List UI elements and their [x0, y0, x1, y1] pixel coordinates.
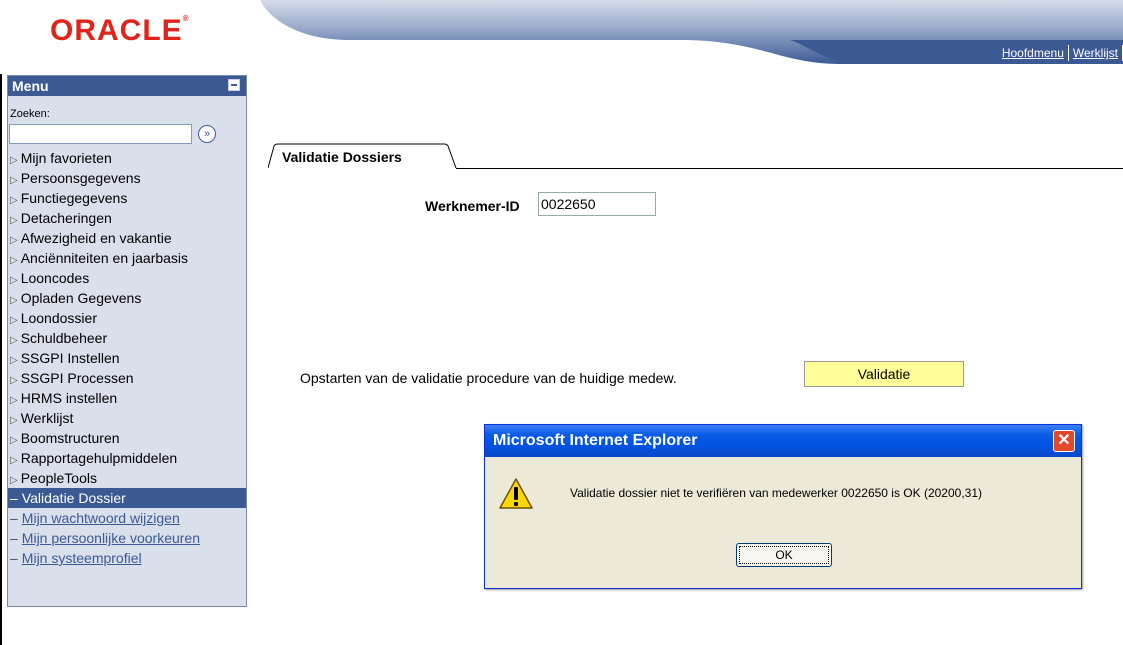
menu-item-boomstructuren[interactable]: ▷ Boomstructuren	[8, 428, 246, 448]
expand-triangle-icon: ▷	[10, 155, 18, 166]
warning-icon	[499, 478, 533, 509]
expand-triangle-icon: ▷	[10, 215, 18, 226]
close-icon[interactable]: ✕	[1053, 430, 1075, 452]
dash-icon: –	[10, 530, 18, 546]
dash-icon: –	[10, 550, 18, 566]
menu-item-loondossier[interactable]: ▷ Loondossier	[8, 308, 246, 328]
menu-link-voorkeuren[interactable]: – Mijn persoonlijke voorkeuren	[8, 528, 246, 548]
menu-item-validatie-dossier[interactable]: – Validatie Dossier	[8, 488, 246, 508]
dialog-message: Validatie dossier niet te verifiëren van…	[570, 486, 983, 500]
expand-triangle-icon: ▷	[10, 175, 18, 186]
expand-triangle-icon: ▷	[10, 275, 18, 286]
left-border	[0, 74, 2, 645]
menu-item-peopletools[interactable]: ▷ PeopleTools	[8, 468, 246, 488]
expand-triangle-icon: ▷	[10, 315, 18, 326]
header: ORACLE® Hoofdmenu Werklijst	[0, 0, 1123, 74]
expand-triangle-icon: ▷	[10, 455, 18, 466]
menu-title: Menu	[12, 78, 49, 94]
menu-items: ▷ Mijn favorieten ▷ Persoonsgegevens ▷ Func…	[8, 148, 246, 568]
left-menu: Menu Zoeken: » ▷ Mijn favorieten ▷ Persoon…	[7, 75, 247, 607]
expand-triangle-icon: ▷	[10, 335, 18, 346]
menu-header: Menu	[8, 76, 246, 96]
expand-triangle-icon: ▷	[10, 435, 18, 446]
menu-item-schuldbeheer[interactable]: ▷ Schuldbeheer	[8, 328, 246, 348]
header-swoosh	[260, 0, 1123, 64]
search-row: »	[8, 122, 246, 146]
collapse-icon[interactable]	[228, 79, 240, 91]
menu-search-input[interactable]	[9, 124, 192, 144]
menu-item-werklijst[interactable]: ▷ Werklijst	[8, 408, 246, 428]
menu-item-hrms-instellen[interactable]: ▷ HRMS instellen	[8, 388, 246, 408]
validatie-button[interactable]: Validatie	[804, 361, 964, 387]
menu-item-rapportagehulpmiddelen[interactable]: ▷ Rapportagehulpmiddelen	[8, 448, 246, 468]
expand-triangle-icon: ▷	[10, 195, 18, 206]
menu-item-functiegegevens[interactable]: ▷ Functiegegevens	[8, 188, 246, 208]
dialog-title: Microsoft Internet Explorer	[493, 432, 698, 449]
werknemer-id-input[interactable]	[538, 192, 656, 216]
menu-item-persoonsgegevens[interactable]: ▷ Persoonsgegevens	[8, 168, 246, 188]
menu-link-systeemprofiel[interactable]: – Mijn systeemprofiel	[8, 548, 246, 568]
expand-triangle-icon: ▷	[10, 255, 18, 266]
ok-button[interactable]: OK	[736, 543, 832, 567]
menu-item-ssgpi-processen[interactable]: ▷ SSGPI Processen	[8, 368, 246, 388]
expand-triangle-icon: ▷	[10, 475, 18, 486]
dash-icon: –	[10, 490, 18, 506]
header-links: Hoofdmenu Werklijst	[998, 42, 1123, 64]
hoofdmenu-link[interactable]: Hoofdmenu	[998, 46, 1068, 60]
menu-item-ancienniteiten[interactable]: ▷ Anciënniteiten en jaarbasis	[8, 248, 246, 268]
menu-item-detacheringen[interactable]: ▷ Detacheringen	[8, 208, 246, 228]
dash-icon: –	[10, 510, 18, 526]
alert-dialog: Microsoft Internet Explorer ✕ Validatie …	[484, 424, 1082, 589]
instruction-text: Opstarten van de validatie procedure van…	[300, 370, 677, 386]
expand-triangle-icon: ▷	[10, 355, 18, 366]
werklijst-link[interactable]: Werklijst	[1069, 46, 1122, 60]
menu-link-wachtwoord[interactable]: – Mijn wachtwoord wijzigen	[8, 508, 246, 528]
search-go-icon[interactable]: »	[198, 125, 216, 143]
menu-item-ssgpi-instellen[interactable]: ▷ SSGPI Instellen	[8, 348, 246, 368]
search-label: Zoeken:	[10, 108, 50, 120]
werknemer-id-label: Werknemer-ID	[425, 198, 520, 214]
tab-underline	[456, 168, 1123, 169]
dialog-titlebar: Microsoft Internet Explorer ✕	[485, 425, 1081, 457]
oracle-logo: ORACLE®	[50, 14, 190, 47]
tab-validatie-dossiers[interactable]: Validatie Dossiers	[272, 145, 416, 167]
expand-triangle-icon: ▷	[10, 375, 18, 386]
expand-triangle-icon: ▷	[10, 235, 18, 246]
menu-item-opladen-gegevens[interactable]: ▷ Opladen Gegevens	[8, 288, 246, 308]
menu-item-looncodes[interactable]: ▷ Looncodes	[8, 268, 246, 288]
expand-triangle-icon: ▷	[10, 395, 18, 406]
menu-item-afwezigheid[interactable]: ▷ Afwezigheid en vakantie	[8, 228, 246, 248]
menu-item-mijn-favorieten[interactable]: ▷ Mijn favorieten	[8, 148, 246, 168]
expand-triangle-icon: ▷	[10, 415, 18, 426]
expand-triangle-icon: ▷	[10, 295, 18, 306]
